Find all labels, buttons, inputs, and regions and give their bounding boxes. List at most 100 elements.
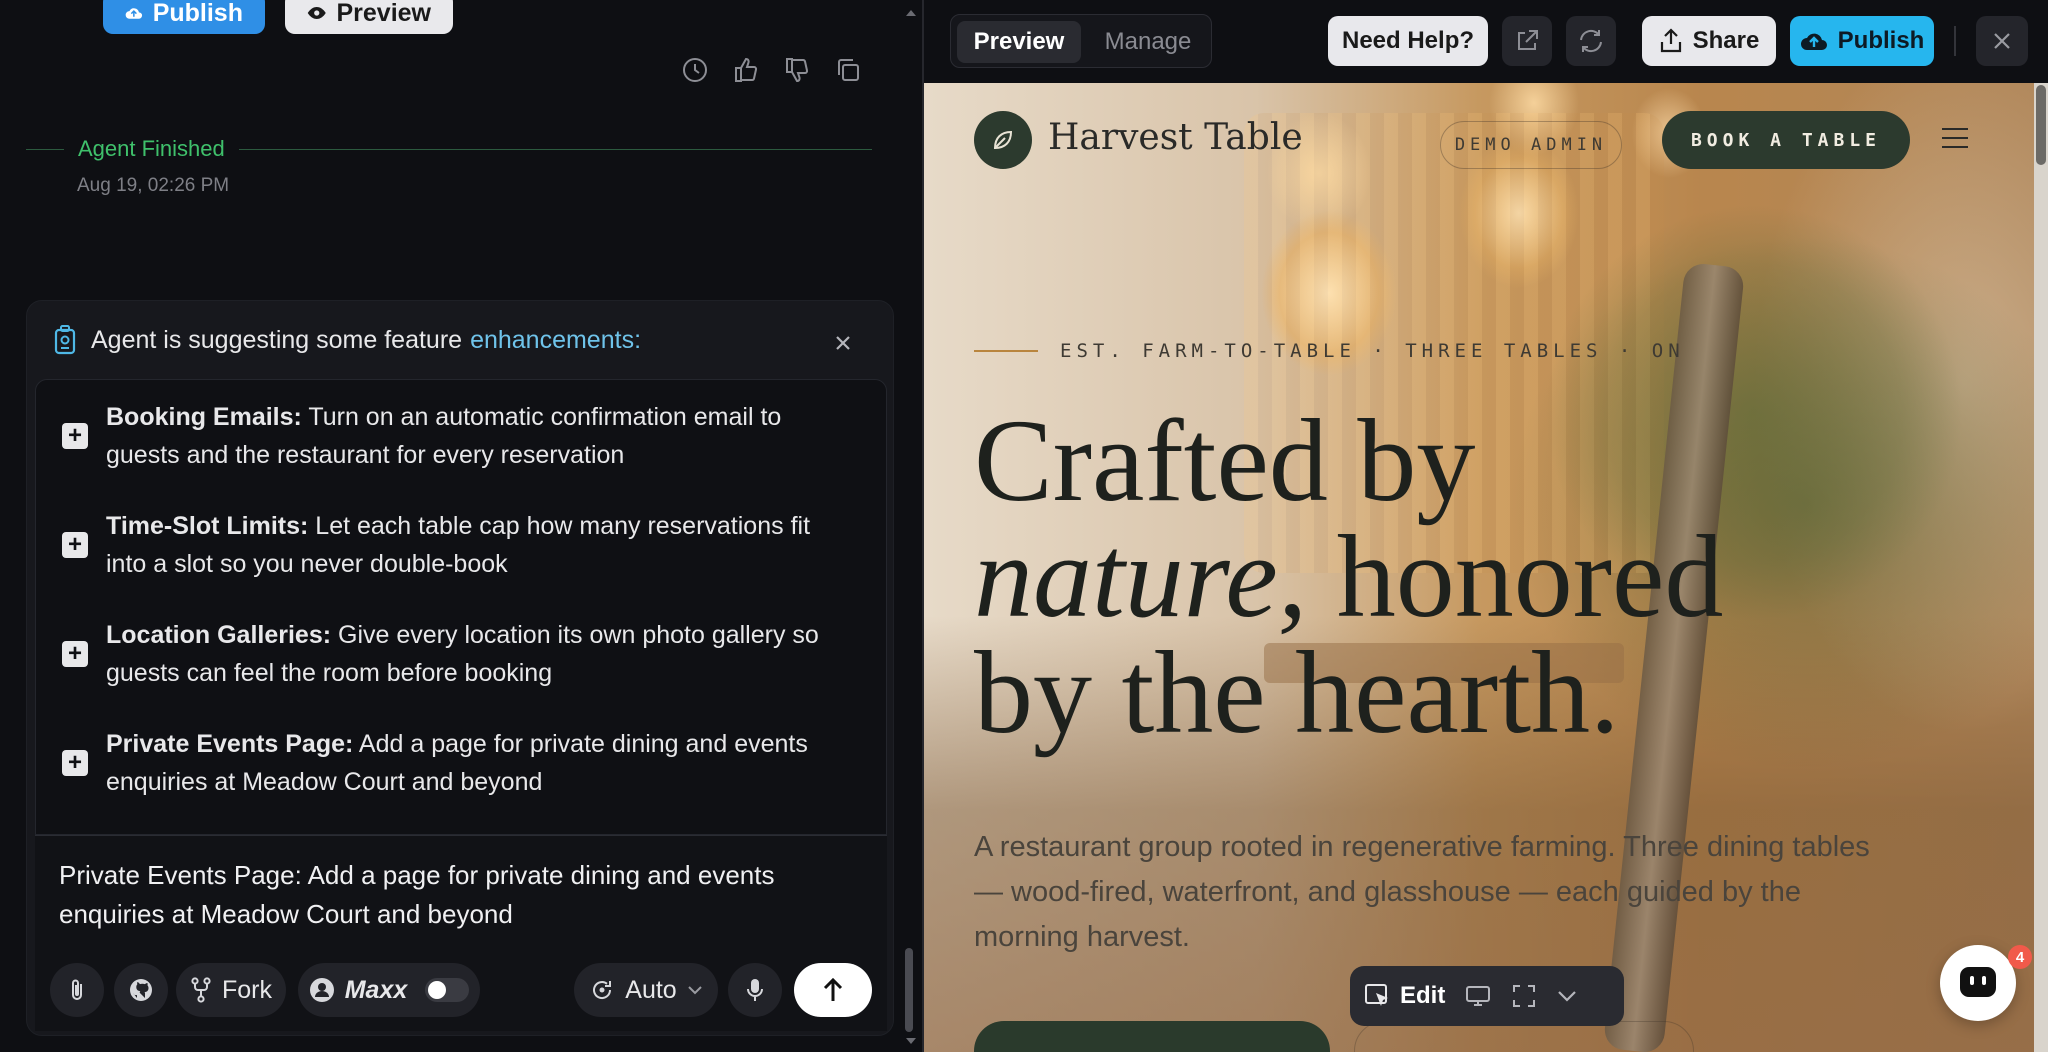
eyebrow-rule <box>974 350 1038 352</box>
lightbulb-badge-icon <box>54 325 76 355</box>
suggestions-heading: Agent is suggesting some feature enhancem… <box>53 325 641 355</box>
plus-icon[interactable]: + <box>62 532 88 558</box>
publish-label: Publish <box>152 0 243 27</box>
finished-timestamp: Aug 19, 02:26 PM <box>77 175 230 196</box>
need-help-button[interactable]: Need Help? <box>1328 16 1488 66</box>
chevron-down-icon[interactable] <box>1557 990 1577 1002</box>
suggestion-item[interactable]: + Time-Slot Limits: Let each table cap h… <box>36 495 888 595</box>
publish-button[interactable]: Publish <box>1790 16 1934 66</box>
scrollbar-thumb[interactable] <box>2036 85 2046 165</box>
close-suggestions-button[interactable] <box>829 329 857 357</box>
external-link-icon <box>1518 30 1538 50</box>
site-brand[interactable]: Harvest Table <box>1048 117 1303 158</box>
headline-line-3: by the hearth. <box>974 627 1620 758</box>
thumbs-down-icon[interactable] <box>782 55 812 85</box>
fork-label: Fork <box>222 975 272 1004</box>
cloud-upload-icon <box>125 8 143 19</box>
headline-line-2-rest: honored <box>1307 511 1724 642</box>
suggestion-item[interactable]: + Booking Emails: Turn on an automatic c… <box>36 386 888 486</box>
thumbs-up-icon[interactable] <box>731 55 761 85</box>
agent-finished-divider: Agent Finished <box>26 134 872 164</box>
arrow-up-icon <box>823 977 843 1001</box>
fork-button[interactable]: Fork <box>176 963 286 1017</box>
chat-widget-button[interactable] <box>1940 945 2016 1021</box>
suggestion-item[interactable]: + Location Galleries: Give every locatio… <box>36 604 888 704</box>
close-preview-button[interactable] <box>1976 16 2028 66</box>
site-logo[interactable] <box>974 111 1032 169</box>
suggestions-heading-text: Agent is suggesting some feature <box>91 325 463 354</box>
github-button[interactable] <box>114 963 168 1017</box>
divider-line <box>238 148 872 150</box>
suggestion-title: Time-Slot Limits: <box>106 512 309 540</box>
open-external-button[interactable] <box>1502 16 1552 66</box>
share-button[interactable]: Share <box>1642 16 1776 66</box>
eyebrow-text: EST. FARM-TO-TABLE · THREE TABLES · ON <box>1060 340 1685 362</box>
cursor-edit-icon <box>1365 984 1388 1006</box>
plus-icon[interactable]: + <box>62 641 88 667</box>
hero-primary-cta[interactable] <box>974 1021 1330 1052</box>
chat-scrollbar[interactable] <box>900 0 922 1052</box>
headline-emphasis: nature, <box>974 511 1308 642</box>
view-tabs: Preview Manage <box>950 14 1212 68</box>
site-preview: Harvest Table DEMO ADMIN BOOK A TABLE ES… <box>924 83 2034 1052</box>
auto-refresh-icon <box>593 981 612 999</box>
attach-button[interactable] <box>50 963 104 1017</box>
microphone-button[interactable] <box>728 963 782 1017</box>
scroll-up-icon[interactable] <box>904 8 918 18</box>
copy-icon[interactable] <box>833 55 863 85</box>
cloud-upload-icon <box>1800 33 1827 50</box>
agent-finished-label: Agent Finished <box>78 136 225 161</box>
hamburger-menu-icon[interactable] <box>1942 128 1968 148</box>
suggestions-card: Agent is suggesting some feature enhancem… <box>26 300 894 1036</box>
suggestion-item[interactable]: + Private Events Page: Add a page for pr… <box>36 713 888 813</box>
chat-panel: Publish Preview Agent Finished Aug 19, 0… <box>0 0 922 1052</box>
edit-button[interactable]: Edit <box>1364 982 1445 1010</box>
maxx-label: Maxx <box>344 975 408 1004</box>
suggestion-title: Location Galleries: <box>106 621 332 649</box>
maxx-switch[interactable] <box>425 978 470 1002</box>
history-icon[interactable] <box>680 55 710 85</box>
suggestions-heading-highlight: enhancements: <box>470 325 642 354</box>
maxx-icon <box>309 978 334 1002</box>
refresh-button[interactable] <box>1566 16 1616 66</box>
tab-preview[interactable]: Preview <box>957 21 1081 63</box>
tab-manage[interactable]: Manage <box>1087 21 1209 63</box>
visual-editor-toolbar: Edit <box>1350 966 1624 1026</box>
fullscreen-icon[interactable] <box>1511 983 1537 1009</box>
scroll-down-icon[interactable] <box>904 1036 918 1046</box>
leaf-icon <box>993 130 1013 150</box>
refresh-icon <box>1580 29 1602 53</box>
paperclip-icon <box>72 979 82 1000</box>
preview-button-top[interactable]: Preview <box>285 0 453 34</box>
edit-label: Edit <box>1400 982 1446 1009</box>
microphone-icon <box>747 979 763 1001</box>
auto-mode-select[interactable]: Auto <box>574 963 718 1017</box>
publish-label: Publish <box>1837 27 1925 54</box>
preview-scrollbar[interactable] <box>2034 83 2048 1052</box>
divider-line <box>26 148 64 150</box>
preview-label: Preview <box>336 0 431 27</box>
headline-line-2: nature, honored <box>974 518 1734 636</box>
suggestion-text: Booking Emails: Turn on an automatic con… <box>106 398 846 474</box>
headline-line-1: Crafted by <box>974 395 1476 526</box>
plus-icon[interactable]: + <box>62 750 88 776</box>
composer-input[interactable]: Private Events Page: Add a page for priv… <box>59 856 859 934</box>
message-actions <box>680 55 863 85</box>
toolbar-separator <box>1954 26 1956 56</box>
demo-admin-button[interactable]: DEMO ADMIN <box>1440 121 1622 169</box>
hero-subtitle: A restaurant group rooted in regenerativ… <box>974 831 1870 953</box>
close-icon <box>1994 33 2010 49</box>
desktop-icon[interactable] <box>1465 984 1491 1008</box>
send-button[interactable] <box>794 963 872 1017</box>
book-table-button[interactable]: BOOK A TABLE <box>1662 111 1910 169</box>
scrollbar-thumb[interactable] <box>905 948 913 1032</box>
publish-button-top[interactable]: Publish <box>103 0 265 34</box>
hero-headline: Crafted by nature, honored by the hearth… <box>974 395 1734 758</box>
suggestions-list: + Booking Emails: Turn on an automatic c… <box>35 379 887 835</box>
hero-eyebrow: EST. FARM-TO-TABLE · THREE TABLES · ON <box>974 340 1685 362</box>
share-label: Share <box>1692 27 1760 54</box>
maxx-toggle[interactable]: Maxx <box>298 963 480 1017</box>
eye-icon <box>307 7 326 19</box>
suggestion-title: Booking Emails: <box>106 403 302 431</box>
plus-icon[interactable]: + <box>62 423 88 449</box>
